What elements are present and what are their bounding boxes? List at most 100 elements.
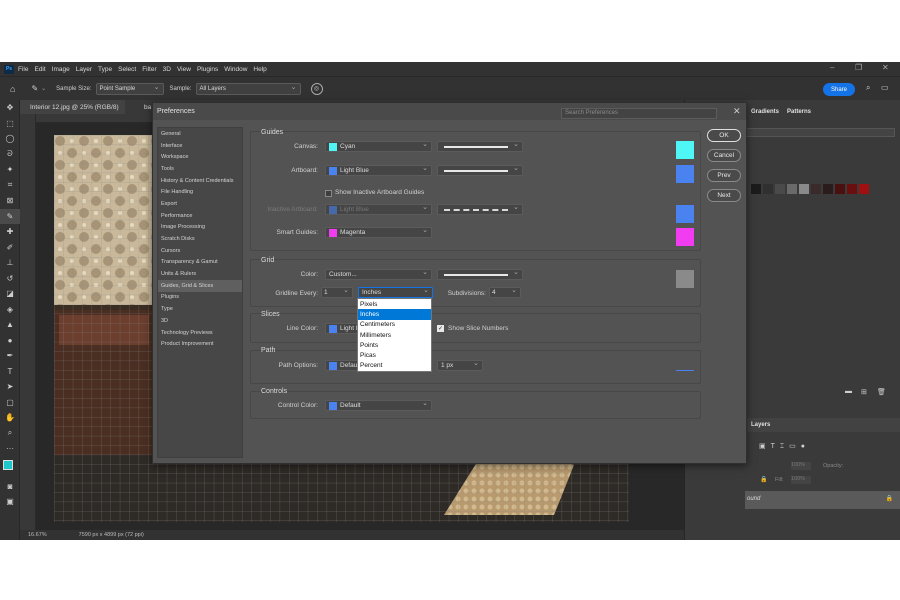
eyedropper-tool-icon[interactable]: ✎ xyxy=(0,208,20,224)
units-option-millimeters[interactable]: Millimeters xyxy=(358,330,431,340)
hand-tool-icon[interactable]: ✋ xyxy=(0,410,20,426)
menu-plugins[interactable]: Plugins xyxy=(197,66,218,73)
nav-workspace[interactable]: Workspace xyxy=(158,151,242,163)
blur-tool-icon[interactable]: ▲ xyxy=(0,317,20,333)
menu-help[interactable]: Help xyxy=(253,66,266,73)
units-option-percent[interactable]: Percent xyxy=(358,361,431,371)
nav-image-processing[interactable]: Image Processing xyxy=(158,222,242,234)
vertical-ruler[interactable] xyxy=(20,114,36,534)
tab-patterns[interactable]: Patterns xyxy=(787,109,811,115)
menu-edit[interactable]: Edit xyxy=(34,66,45,73)
sample-select[interactable]: All Layers xyxy=(195,82,301,95)
swatch-2[interactable] xyxy=(763,184,773,194)
layer-filter-icons[interactable]: ▣T⌶▭● xyxy=(759,442,810,451)
sampling-ring-icon[interactable]: ◎ xyxy=(310,82,323,95)
new-item-icon[interactable]: ⊞ xyxy=(861,388,867,396)
artboard-tool-icon[interactable]: ⬚ xyxy=(0,116,20,132)
nav-tools[interactable]: Tools xyxy=(158,163,242,175)
nav-export[interactable]: Export xyxy=(158,198,242,210)
lasso-tool-icon[interactable]: ᘐ xyxy=(0,147,20,163)
smart-guides-swatch[interactable] xyxy=(676,228,694,246)
units-option-picas[interactable]: Picas xyxy=(358,350,431,360)
menu-type[interactable]: Type xyxy=(98,66,112,73)
zoom-level[interactable]: 16.67% xyxy=(28,532,47,538)
path-width-select[interactable]: 1 px xyxy=(437,359,483,371)
nav-transparency[interactable]: Transparency & Gamut xyxy=(158,257,242,269)
tab-gradients[interactable]: Gradients xyxy=(751,109,779,115)
units-option-centimeters[interactable]: Centimeters xyxy=(358,320,431,330)
swatch-1[interactable] xyxy=(751,184,761,194)
smart-guides-select[interactable]: Magenta xyxy=(325,226,432,238)
quick-mask-icon[interactable]: ◙ xyxy=(0,479,20,495)
menu-3d[interactable]: 3D xyxy=(163,66,171,73)
grid-style-select[interactable] xyxy=(437,268,523,280)
cancel-button[interactable]: Cancel xyxy=(707,149,741,162)
menu-image[interactable]: Image xyxy=(52,66,70,73)
swatch-7[interactable] xyxy=(823,184,833,194)
artboard-style-select[interactable] xyxy=(437,164,523,176)
lock-icon[interactable]: 🔒 xyxy=(760,476,767,483)
nav-general[interactable]: General xyxy=(158,128,242,140)
frame-tool-icon[interactable]: ⊠ xyxy=(0,193,20,209)
history-brush-tool-icon[interactable]: ↺ xyxy=(0,271,20,287)
inactive-artboard-select[interactable]: Light Blue xyxy=(325,203,432,215)
artboard-color-select[interactable]: Light Blue xyxy=(325,164,432,176)
nav-history[interactable]: History & Content Credentials xyxy=(158,175,242,187)
units-option-points[interactable]: Points xyxy=(358,340,431,350)
healing-brush-tool-icon[interactable]: ✚ xyxy=(0,224,20,240)
move-tool-icon[interactable]: ✥ xyxy=(0,100,20,116)
tool-preset-chevron-icon[interactable]: ⌄ xyxy=(41,85,46,92)
rectangle-tool-icon[interactable]: ▢ xyxy=(0,395,20,411)
fill-input[interactable]: 100% xyxy=(791,476,811,484)
nav-3d[interactable]: 3D xyxy=(158,315,242,327)
swatch-search-input[interactable] xyxy=(745,128,895,137)
layer-row[interactable]: ound 🔒 xyxy=(745,491,900,509)
swatch-8[interactable] xyxy=(835,184,845,194)
swatch-4[interactable] xyxy=(787,184,797,194)
grid-swatch[interactable] xyxy=(676,270,694,288)
clone-stamp-tool-icon[interactable]: ⊥ xyxy=(0,255,20,271)
nav-file-handling[interactable]: File Handling xyxy=(158,186,242,198)
type-tool-icon[interactable]: T xyxy=(0,364,20,380)
share-button[interactable]: Share xyxy=(823,83,855,96)
foreground-color-icon[interactable] xyxy=(3,459,13,470)
color-swatches[interactable] xyxy=(0,457,20,479)
quick-select-tool-icon[interactable]: ✦ xyxy=(0,162,20,178)
nav-technology-previews[interactable]: Technology Previews xyxy=(158,327,242,339)
nav-product-improvement[interactable]: Product Improvement xyxy=(158,338,242,350)
close-icon[interactable]: ✕ xyxy=(733,106,741,117)
tab-layers[interactable]: Layers xyxy=(751,422,770,428)
swatch-9[interactable] xyxy=(847,184,857,194)
close-window-icon[interactable]: ✕ xyxy=(882,63,889,72)
screen-mode-icon[interactable]: ▣ xyxy=(0,494,20,510)
inactive-swatch[interactable] xyxy=(676,205,694,223)
menu-select[interactable]: Select xyxy=(118,66,136,73)
nav-type[interactable]: Type xyxy=(158,303,242,315)
swatch-3[interactable] xyxy=(775,184,785,194)
opacity-input[interactable]: 100% xyxy=(791,462,811,470)
eraser-tool-icon[interactable]: ◪ xyxy=(0,286,20,302)
units-option-pixels[interactable]: Pixels xyxy=(358,299,431,309)
path-selection-tool-icon[interactable]: ➤ xyxy=(0,379,20,395)
control-color-select[interactable]: Default xyxy=(325,399,432,411)
ok-button[interactable]: OK xyxy=(707,129,741,142)
nav-interface[interactable]: Interface xyxy=(158,140,242,152)
menu-filter[interactable]: Filter xyxy=(142,66,156,73)
artboard-swatch[interactable] xyxy=(676,165,694,183)
nav-plugins[interactable]: Plugins xyxy=(158,292,242,304)
nav-performance[interactable]: Performance xyxy=(158,210,242,222)
swatch-6[interactable] xyxy=(811,184,821,194)
home-icon[interactable]: ⌂ xyxy=(10,84,15,94)
canvas-color-select[interactable]: Cyan xyxy=(325,140,432,152)
workspace-icon[interactable]: ▭ xyxy=(881,83,889,92)
grid-color-select[interactable]: Custom... xyxy=(325,268,432,280)
paint-bucket-tool-icon[interactable]: ◈ xyxy=(0,302,20,318)
brush-tool-icon[interactable]: ✐ xyxy=(0,240,20,256)
subdivisions-input[interactable]: 4 xyxy=(489,286,521,298)
doc-tab-interior[interactable]: Interior 12.jpg @ 25% (RGB/8) xyxy=(20,100,125,114)
eyedropper-icon[interactable]: ✎ xyxy=(31,84,38,93)
search-icon[interactable]: ⌕ xyxy=(866,83,870,93)
minimize-icon[interactable]: – xyxy=(830,63,834,72)
prev-button[interactable]: Prev xyxy=(707,169,741,182)
menu-layer[interactable]: Layer xyxy=(76,66,92,73)
